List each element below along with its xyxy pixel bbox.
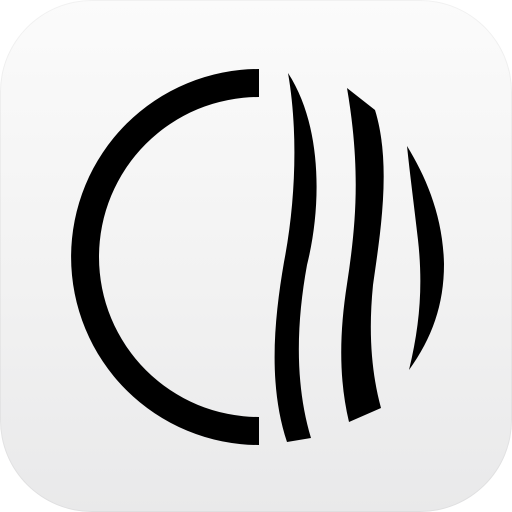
- logo-wave-stripe-2: [341, 88, 384, 422]
- logo-left-arc: [71, 69, 259, 445]
- app-logo-icon: [71, 69, 444, 445]
- app-icon-tile[interactable]: [0, 0, 512, 512]
- logo-right-segment: [407, 146, 444, 370]
- logo-wave-stripe-1: [274, 73, 317, 442]
